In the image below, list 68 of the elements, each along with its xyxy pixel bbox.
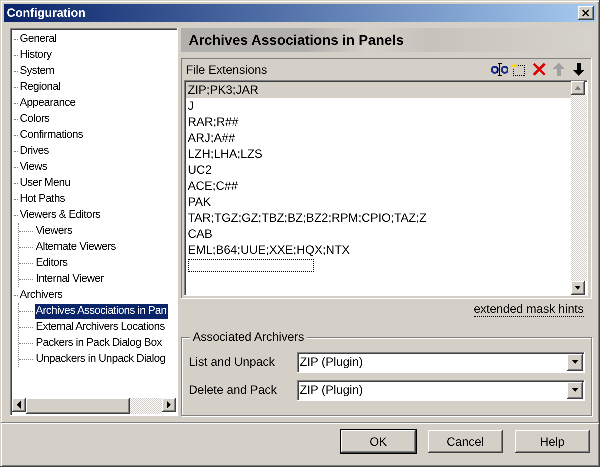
list-item[interactable]: RAR;R## [186,114,571,130]
hints-link[interactable]: extended mask hints [474,303,584,318]
tree-item[interactable]: History [19,48,53,62]
list-item[interactable]: PAK [186,194,571,210]
list-item[interactable]: UC2 [186,162,571,178]
tree-item[interactable]: External Archivers Locations [35,320,166,334]
right-arrow-icon [166,401,172,409]
vertical-scrollbar[interactable] [571,80,587,296]
dialog-button[interactable]: Help [515,430,590,453]
tree-item[interactable]: Confirmations [19,128,84,142]
dropdown[interactable]: ZIP (Plugin) [297,380,585,401]
tree-item[interactable]: Viewers [35,224,74,238]
rename-icon [490,61,508,78]
dropdown[interactable]: ZIP (Plugin) [297,352,585,373]
list-item[interactable]: LZH;LHA;LZS [186,146,571,162]
caret-icon [570,387,580,394]
group-title: Associated Archivers [190,330,308,344]
caret-icon [570,359,580,366]
tree-item[interactable]: Regional [19,80,62,94]
new-entry-field[interactable] [188,258,314,272]
panel-title: Archives Associations in Panels [181,28,592,52]
horizontal-scrollbar[interactable] [12,398,176,414]
tree-item[interactable]: Editors [35,256,69,270]
tree-item[interactable]: Packers in Pack Dialog Box [35,336,164,350]
rename-button[interactable] [490,60,508,79]
list-item[interactable]: ARJ;A## [186,130,571,146]
scroll-up-button[interactable] [571,80,585,95]
tree-item[interactable]: User Menu [19,176,72,190]
tree-item[interactable]: Internal Viewer [35,272,105,286]
tree-item[interactable]: Archives Associations in Pan [35,304,168,318]
window-title: Configuration [7,6,86,20]
tree-item[interactable]: Views [19,160,48,174]
tree-item[interactable]: Appearance [19,96,77,110]
scroll-thumb[interactable] [26,398,130,414]
dialog-button[interactable]: OK [341,430,416,453]
list-label: File Extensions [186,62,268,77]
down-arrow-icon [574,285,582,292]
tree-item[interactable]: Archivers [19,288,64,302]
list-item[interactable]: J [186,98,571,114]
list-item[interactable]: ACE;C## [186,178,571,194]
scroll-down-button[interactable] [571,281,585,296]
tree-item[interactable]: Colors [19,112,51,126]
new-item-icon [510,61,528,78]
close-button[interactable]: × [578,6,594,20]
tree-item[interactable]: Hot Paths [19,192,66,206]
tree-item[interactable]: General [19,32,58,46]
delete-icon [530,61,548,78]
scroll-left-button[interactable] [12,398,26,412]
new-button[interactable] [510,60,528,79]
dropdown-button[interactable] [567,354,583,371]
tree-item[interactable]: Alternate Viewers [35,240,118,254]
list-item[interactable]: TAR;TGZ;GZ;TBZ;BZ;BZ2;RPM;CPIO;TAZ;Z [186,210,571,226]
up-arrow-icon [574,84,582,91]
dropdown-button[interactable] [567,382,583,399]
list-item[interactable]: ZIP;PK3;JAR [186,82,571,98]
down-arrow-icon [570,61,588,78]
dialog-button[interactable]: Cancel [428,430,503,453]
list-item[interactable]: EML;B64;UUE;XXE;HQX;NTX [186,242,571,258]
tree-item[interactable]: Viewers & Editors [19,208,102,222]
list-item[interactable]: CAB [186,226,571,242]
field-label: Delete and Pack [189,383,278,398]
tree-item[interactable]: System [19,64,56,78]
scroll-right-button[interactable] [162,398,176,412]
left-arrow-icon [16,401,22,409]
up-arrow-icon [550,61,568,78]
tree-item[interactable]: Drives [19,144,50,158]
tree-item[interactable]: Unpackers in Unpack Dialog [35,352,167,366]
field-label: List and Unpack [189,355,276,370]
